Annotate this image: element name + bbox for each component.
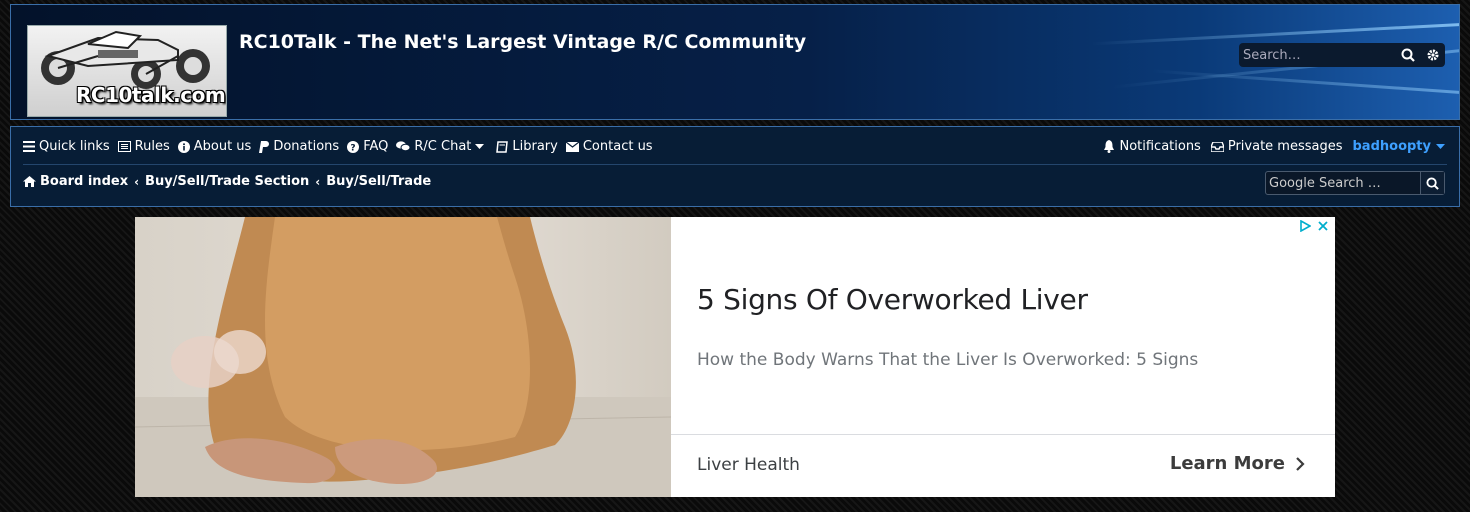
advertisement[interactable]: 5 Signs Of Overworked Liver How the Body… — [135, 217, 1335, 497]
bars-icon — [23, 141, 35, 152]
nav-rules[interactable]: Rules — [117, 139, 170, 154]
caret-down-icon — [1436, 143, 1445, 149]
header-search-box — [1239, 43, 1445, 67]
user-nav: Notifications Private messages badhoopty — [1093, 139, 1449, 154]
google-search-input[interactable] — [1266, 172, 1420, 194]
nav-about-us[interactable]: About us — [177, 139, 252, 154]
private-messages-link[interactable]: Private messages — [1210, 139, 1343, 154]
list-icon — [117, 141, 131, 152]
search-icon — [1426, 176, 1439, 190]
header-light-beam — [1151, 69, 1459, 94]
search-button[interactable] — [1395, 43, 1420, 67]
ad-photo — [135, 217, 672, 497]
book-icon — [496, 140, 509, 153]
question-icon: ? — [347, 140, 360, 153]
google-search-button[interactable] — [1420, 172, 1444, 194]
ad-image[interactable] — [135, 217, 672, 497]
chevron-right-icon — [1296, 456, 1305, 471]
search-icon — [1401, 48, 1415, 62]
breadcrumb-label: Board index — [40, 174, 129, 189]
caret-down-icon — [475, 143, 485, 149]
home-icon — [23, 176, 36, 187]
ad-choices-icon[interactable] — [1299, 220, 1311, 232]
nav-quick-links[interactable]: Quick links — [23, 139, 110, 154]
site-header: RC10talk.com RC10Talk - The Net's Larges… — [10, 4, 1460, 120]
advanced-search-button[interactable] — [1420, 43, 1445, 67]
nav-label: About us — [193, 139, 252, 154]
username-menu[interactable]: badhoopty — [1353, 139, 1450, 154]
nav-label: Rules — [134, 139, 170, 154]
nav-contact-us[interactable]: Contact us — [565, 139, 653, 154]
logo-text: RC10talk.com — [76, 83, 226, 107]
paypal-icon — [259, 140, 270, 153]
chevron-left-icon: ‹ — [134, 174, 140, 189]
gear-icon — [1427, 49, 1438, 61]
breadcrumb-buy-sell-trade[interactable]: Buy/Sell/Trade — [326, 174, 431, 189]
google-search-box — [1265, 171, 1445, 195]
nav-label: FAQ — [363, 139, 389, 154]
ad-brand[interactable]: Liver Health — [697, 455, 800, 475]
nav-rc-chat[interactable]: R/C Chat — [396, 139, 488, 154]
breadcrumb-label: Buy/Sell/Trade Section — [145, 174, 310, 189]
nav-links: Quick links Rules About us Donations ? F… — [23, 139, 661, 154]
nav-label: Library — [512, 139, 558, 154]
info-icon — [177, 140, 190, 153]
notifications-label: Notifications — [1119, 139, 1201, 154]
ad-choices[interactable] — [1299, 220, 1329, 232]
site-logo[interactable]: RC10talk.com — [27, 25, 227, 117]
ad-description[interactable]: How the Body Warns That the Liver Is Ove… — [697, 350, 1198, 370]
site-title[interactable]: RC10Talk - The Net's Largest Vintage R/C… — [239, 31, 806, 53]
header-light-beam — [1091, 23, 1459, 46]
svg-text:?: ? — [351, 143, 356, 153]
chat-icon — [396, 141, 411, 152]
navbar: Quick links Rules About us Donations ? F… — [10, 126, 1460, 207]
ad-learn-more-button[interactable]: Learn More — [1170, 453, 1305, 474]
header-search-input[interactable] — [1239, 44, 1395, 66]
ad-divider — [671, 434, 1335, 435]
nav-donations[interactable]: Donations — [259, 139, 339, 154]
breadcrumb-board-index[interactable]: Board index — [23, 174, 128, 189]
nav-divider — [23, 164, 1447, 165]
breadcrumb: Board index ‹ Buy/Sell/Trade Section ‹ B… — [23, 174, 431, 189]
nav-label: Contact us — [582, 139, 653, 154]
nav-label: Donations — [273, 139, 340, 154]
envelope-icon — [565, 141, 579, 152]
nav-library[interactable]: Library — [496, 139, 558, 154]
chevron-left-icon: ‹ — [315, 174, 321, 189]
username: badhoopty — [1352, 139, 1432, 154]
ad-headline[interactable]: 5 Signs Of Overworked Liver — [697, 283, 1088, 316]
nav-faq[interactable]: ? FAQ — [347, 139, 388, 154]
inbox-icon — [1210, 141, 1224, 152]
private-messages-label: Private messages — [1227, 139, 1343, 154]
close-icon[interactable] — [1317, 220, 1329, 232]
nav-label: Quick links — [39, 139, 110, 154]
nav-label: R/C Chat — [414, 139, 472, 154]
breadcrumb-label: Buy/Sell/Trade — [326, 174, 432, 189]
ad-cta-label: Learn More — [1169, 453, 1285, 474]
notifications-link[interactable]: Notifications — [1103, 139, 1201, 154]
breadcrumb-buy-sell-trade-section[interactable]: Buy/Sell/Trade Section — [145, 174, 309, 189]
bell-icon — [1104, 140, 1115, 153]
